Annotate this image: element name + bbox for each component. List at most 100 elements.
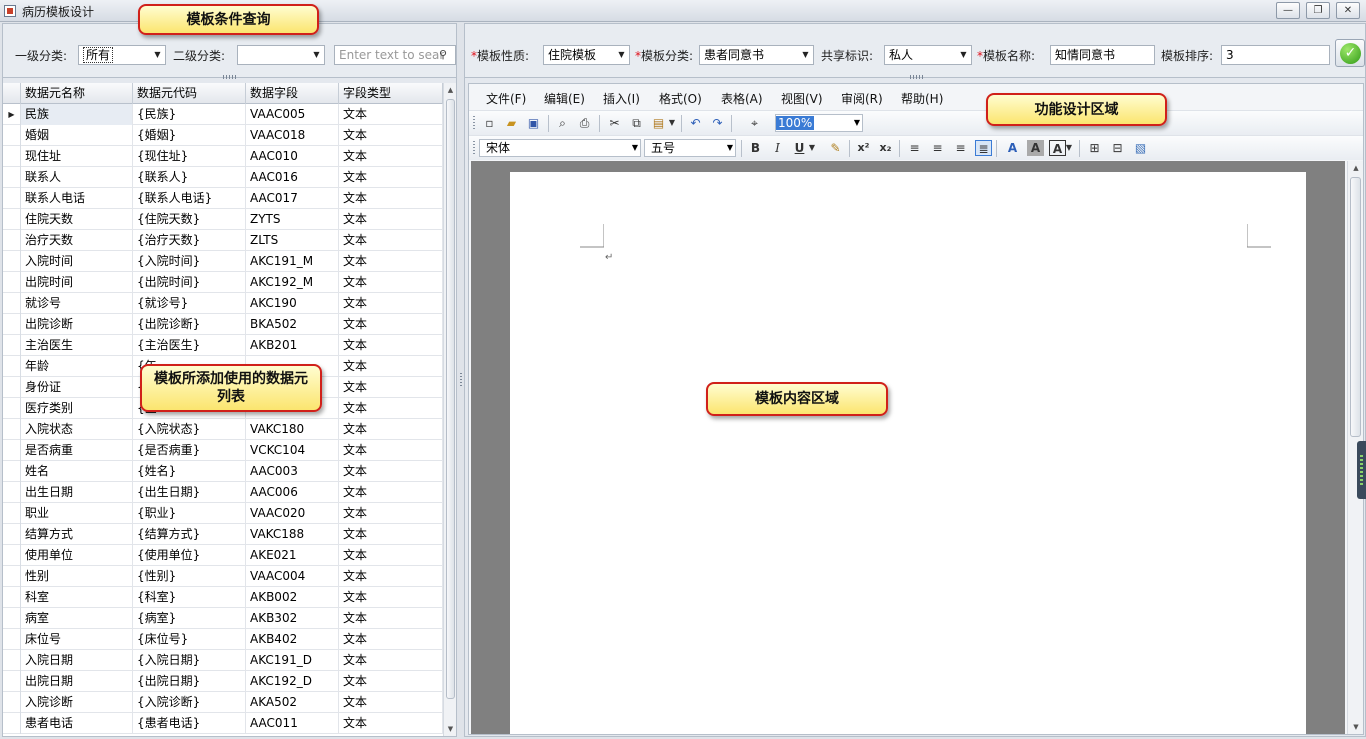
cell-name[interactable]: 出院诊断 — [21, 314, 133, 335]
table-row[interactable]: 就诊号 {就诊号} AKC190 文本 — [3, 293, 443, 314]
row-indicator[interactable] — [3, 503, 21, 524]
table-row[interactable]: 结算方式 {结算方式} VAKC188 文本 — [3, 524, 443, 545]
cell-field[interactable]: VCKC104 — [246, 440, 339, 461]
row-indicator[interactable] — [3, 125, 21, 146]
copy-icon[interactable]: ⧉ — [628, 115, 645, 131]
cell-name[interactable]: 联系人电话 — [21, 188, 133, 209]
row-indicator[interactable] — [3, 629, 21, 650]
row-indicator[interactable] — [3, 293, 21, 314]
cell-code[interactable]: {入院诊断} — [133, 692, 246, 713]
row-indicator[interactable] — [3, 188, 21, 209]
cell-field[interactable]: AKA502 — [246, 692, 339, 713]
cell-name[interactable]: 现住址 — [21, 146, 133, 167]
cell-type[interactable]: 文本 — [339, 608, 443, 629]
cell-code[interactable]: {出生日期} — [133, 482, 246, 503]
font-color-icon[interactable]: A — [1004, 140, 1021, 156]
cell-name[interactable]: 民族 — [21, 104, 133, 125]
cell-name[interactable]: 病室 — [21, 608, 133, 629]
paste-icon[interactable]: ▤ — [650, 115, 667, 131]
cell-type[interactable]: 文本 — [339, 209, 443, 230]
table-row[interactable]: 联系人电话 {联系人电话} AAC017 文本 — [3, 188, 443, 209]
cell-type[interactable]: 文本 — [339, 461, 443, 482]
cell-type[interactable]: 文本 — [339, 650, 443, 671]
cell-type[interactable]: 文本 — [339, 671, 443, 692]
cell-type[interactable]: 文本 — [339, 398, 443, 419]
splitter-grip[interactable] — [460, 373, 462, 387]
cell-name[interactable]: 住院天数 — [21, 209, 133, 230]
document-page[interactable]: ↵ — [510, 172, 1306, 734]
cell-name[interactable]: 身份证 — [21, 377, 133, 398]
cell-field[interactable]: VAKC180 — [246, 419, 339, 440]
justify-icon[interactable]: ≣ — [975, 140, 992, 156]
cell-code[interactable]: {性别} — [133, 566, 246, 587]
cell-name[interactable]: 入院日期 — [21, 650, 133, 671]
grid-scrollbar[interactable]: ▲ ▼ — [443, 83, 456, 736]
cell-type[interactable]: 文本 — [339, 587, 443, 608]
cell-type[interactable]: 文本 — [339, 125, 443, 146]
menu-edit[interactable]: 编辑(E) — [544, 90, 585, 107]
cell-type[interactable]: 文本 — [339, 230, 443, 251]
cell-type[interactable]: 文本 — [339, 377, 443, 398]
splitter-grip[interactable] — [910, 75, 924, 79]
cell-type[interactable]: 文本 — [339, 251, 443, 272]
cell-type[interactable]: 文本 — [339, 188, 443, 209]
superscript-icon[interactable]: x² — [855, 140, 872, 156]
cut-icon[interactable]: ✂ — [606, 115, 623, 131]
cell-type[interactable]: 文本 — [339, 272, 443, 293]
table-row[interactable]: 入院诊断 {入院诊断} AKA502 文本 — [3, 692, 443, 713]
share-combo[interactable]: 私人 ▼ — [884, 45, 972, 65]
restore-button[interactable]: ❐ — [1306, 2, 1330, 19]
cell-field[interactable]: BKA502 — [246, 314, 339, 335]
row-indicator[interactable] — [3, 587, 21, 608]
cell-type[interactable]: 文本 — [339, 146, 443, 167]
cell-field[interactable]: AAC003 — [246, 461, 339, 482]
row-indicator[interactable] — [3, 545, 21, 566]
cell-type[interactable]: 文本 — [339, 566, 443, 587]
menu-format[interactable]: 格式(O) — [659, 90, 702, 107]
document-canvas[interactable]: ↵ — [471, 161, 1345, 734]
cell-field[interactable]: AKC191_D — [246, 650, 339, 671]
cell-code[interactable]: {出院时间} — [133, 272, 246, 293]
chevron-down-icon[interactable]: ▼ — [727, 140, 733, 156]
cell-type[interactable]: 文本 — [339, 356, 443, 377]
font-family-combo[interactable]: 宋体 ▼ — [479, 139, 641, 157]
align-right-icon[interactable]: ≡ — [952, 140, 969, 156]
cell-name[interactable]: 入院时间 — [21, 251, 133, 272]
cell-name[interactable]: 入院状态 — [21, 419, 133, 440]
cell-code[interactable]: {姓名} — [133, 461, 246, 482]
bold-icon[interactable]: B — [747, 140, 764, 156]
scroll-down-icon[interactable]: ▼ — [444, 722, 456, 736]
cell-code[interactable]: {联系人电话} — [133, 188, 246, 209]
cell-field[interactable]: VAAC020 — [246, 503, 339, 524]
cell-name[interactable]: 出院时间 — [21, 272, 133, 293]
chevron-down-icon[interactable]: ▼ — [150, 46, 165, 64]
table-row[interactable]: 病室 {病室} AKB302 文本 — [3, 608, 443, 629]
open-folder-icon[interactable]: ▰ — [503, 115, 520, 131]
table-row[interactable]: 出院日期 {出院日期} AKC192_D 文本 — [3, 671, 443, 692]
highlight-icon[interactable]: A — [1027, 140, 1044, 156]
menu-file[interactable]: 文件(F) — [486, 90, 526, 107]
table-row[interactable]: 患者电话 {患者电话} AAC011 文本 — [3, 713, 443, 734]
align-left-icon[interactable]: ≡ — [906, 140, 923, 156]
table-row[interactable]: 出生日期 {出生日期} AAC006 文本 — [3, 482, 443, 503]
row-indicator[interactable] — [3, 272, 21, 293]
search-input[interactable]: Enter text to sear ⚲ — [334, 45, 456, 65]
undo-icon[interactable]: ↶ — [687, 115, 704, 131]
cell-code[interactable]: {结算方式} — [133, 524, 246, 545]
cell-name[interactable]: 职业 — [21, 503, 133, 524]
insert-table-icon[interactable]: ⊞ — [1086, 140, 1103, 156]
splitter-grip[interactable] — [223, 75, 237, 79]
cell-type[interactable]: 文本 — [339, 692, 443, 713]
subscript-icon[interactable]: x₂ — [877, 140, 894, 156]
table-row[interactable]: 出院诊断 {出院诊断} BKA502 文本 — [3, 314, 443, 335]
chevron-down-icon[interactable]: ▼ — [798, 46, 813, 64]
cell-code[interactable]: {主治医生} — [133, 335, 246, 356]
menu-table[interactable]: 表格(A) — [721, 90, 763, 107]
chevron-down-icon[interactable]: ▼ — [1064, 140, 1074, 156]
cell-field[interactable]: AKC192_M — [246, 272, 339, 293]
confirm-button[interactable]: ✓ — [1335, 39, 1365, 67]
cell-name[interactable]: 婚姻 — [21, 125, 133, 146]
cell-name[interactable]: 治疗天数 — [21, 230, 133, 251]
current-row-icon[interactable]: ▶ — [3, 104, 21, 125]
cell-name[interactable]: 科室 — [21, 587, 133, 608]
